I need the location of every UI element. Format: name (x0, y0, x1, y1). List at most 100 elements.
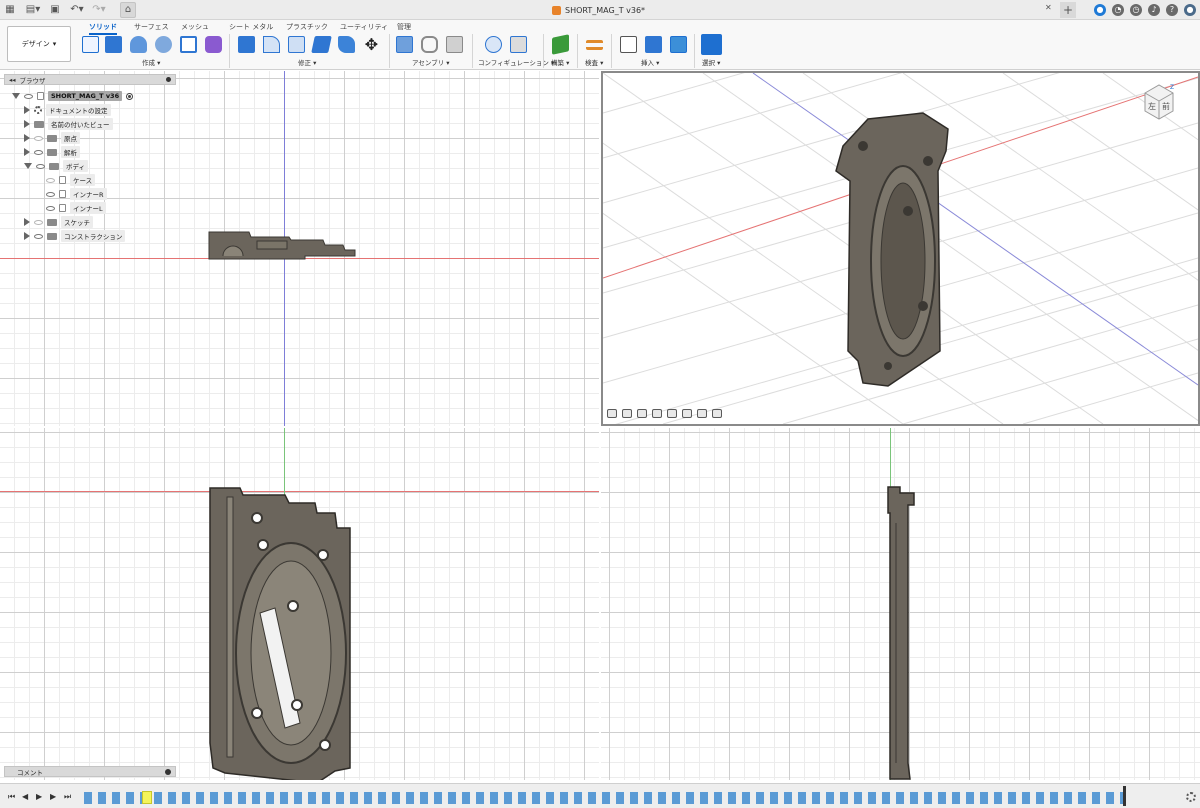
browser-item-body-case[interactable]: ケース (46, 174, 96, 186)
browser-item-body-inner-r[interactable]: インナーR (46, 188, 107, 200)
display-settings-icon[interactable] (682, 409, 692, 418)
pin-icon[interactable] (166, 77, 171, 82)
orbit-icon[interactable] (607, 409, 617, 418)
browser-root-row[interactable]: SHORT_MAG_T v36 (12, 90, 134, 102)
new-tab-button[interactable]: + (1060, 2, 1076, 18)
construct-group-label[interactable]: 構築 ▾ (551, 57, 569, 67)
notifications-icon[interactable]: ◷ (1130, 4, 1142, 16)
browser-item-document-settings[interactable]: ドキュメントの設定 (24, 104, 111, 116)
visibility-eye-icon[interactable] (46, 205, 55, 211)
offset-plane-icon[interactable] (552, 34, 569, 55)
visibility-eye-icon[interactable] (36, 163, 45, 169)
insert-mesh-icon[interactable] (645, 36, 662, 53)
step-back-icon[interactable]: ◀ (22, 792, 28, 801)
tab-solid[interactable]: ソリッド (89, 22, 117, 35)
browser-item-analysis[interactable]: 解析 (24, 146, 80, 158)
app-grid-icon[interactable]: ▦ (5, 3, 15, 17)
tab-utility[interactable]: ユーティリティ (340, 22, 388, 32)
collapse-icon[interactable]: ◂◂ (9, 76, 16, 84)
go-to-end-icon[interactable]: ⏭ (64, 792, 71, 802)
select-group-label[interactable]: 選択 ▾ (702, 57, 720, 67)
tab-manage[interactable]: 管理 (397, 22, 411, 32)
visibility-eye-icon[interactable] (34, 135, 43, 141)
timeline-settings-gear-icon[interactable] (1186, 792, 1196, 802)
visibility-eye-icon[interactable] (46, 191, 55, 197)
select-icon[interactable] (701, 34, 722, 55)
insert-derive-icon[interactable] (620, 36, 637, 53)
insert-canvas-icon[interactable] (670, 36, 687, 53)
expand-arrow-icon[interactable] (12, 93, 20, 99)
undo-icon[interactable]: ↶▾ (68, 3, 86, 17)
extensions-icon[interactable]: ● (1094, 4, 1106, 16)
insert-group-label[interactable]: 挿入 ▾ (641, 57, 659, 67)
grid-settings-icon[interactable] (697, 409, 707, 418)
file-menu-icon[interactable]: ▤▾ (24, 3, 42, 17)
save-icon[interactable]: ▣ (50, 3, 60, 17)
visibility-eye-icon[interactable] (34, 219, 43, 225)
hole-icon[interactable] (155, 36, 172, 53)
create-sketch-icon[interactable] (82, 36, 99, 53)
visibility-eye-icon[interactable] (24, 93, 33, 99)
viewport-top-right[interactable]: 左 前 Z (601, 71, 1200, 426)
joint-icon[interactable] (421, 36, 438, 53)
add-comment-icon[interactable] (165, 768, 171, 775)
expand-arrow-icon[interactable] (24, 120, 30, 128)
browser-item-construction[interactable]: コンストラクション (24, 230, 126, 242)
fit-icon[interactable] (667, 409, 677, 418)
viewport-bottom-right[interactable] (601, 428, 1200, 780)
revolve-icon[interactable] (130, 36, 147, 53)
tab-mesh[interactable]: メッシュ (181, 22, 209, 32)
browser-header[interactable]: ◂◂ ブラウザ (4, 74, 176, 85)
expand-arrow-icon[interactable] (24, 232, 30, 240)
tab-sheet-metal[interactable]: シート メタル (229, 22, 273, 32)
active-radio-icon[interactable] (126, 92, 134, 100)
move-copy-icon[interactable]: ✥ (363, 36, 380, 53)
extrude-icon[interactable] (105, 36, 122, 53)
browser-item-origin[interactable]: 原点 (24, 132, 80, 144)
timeline-features[interactable] (84, 792, 1124, 804)
help-icon[interactable]: ? (1166, 4, 1178, 16)
comment-panel[interactable]: コメント (4, 766, 176, 777)
timeline-marker[interactable] (1123, 786, 1126, 806)
offset-face-icon[interactable] (338, 36, 355, 53)
look-at-icon[interactable] (622, 409, 632, 418)
bill-of-materials-icon[interactable] (446, 36, 463, 53)
visibility-eye-icon[interactable] (46, 177, 55, 183)
user-avatar-icon[interactable]: ● (1184, 4, 1196, 16)
assemble-group-label[interactable]: アセンブリ ▾ (412, 57, 450, 67)
expand-arrow-icon[interactable] (24, 218, 30, 226)
expand-arrow-icon[interactable] (24, 106, 30, 114)
viewport-bottom-left[interactable] (0, 428, 599, 780)
workspace-dropdown[interactable]: デザイン ▾ (7, 26, 71, 62)
browser-item-bodies[interactable]: ボディ (24, 160, 89, 172)
tab-surface[interactable]: サーフェス (134, 22, 169, 32)
timeline-highlighted-feature[interactable] (142, 791, 152, 804)
press-pull-icon[interactable] (238, 36, 255, 53)
close-tab-icon[interactable]: ✕ (1045, 3, 1052, 12)
job-status-icon[interactable]: ◔ (1112, 4, 1124, 16)
combine-icon[interactable] (311, 36, 332, 53)
visibility-eye-icon[interactable] (34, 149, 43, 155)
viewports-icon[interactable] (712, 409, 722, 418)
view-cube-icon[interactable]: 左 前 Z (1139, 79, 1179, 123)
bell-icon[interactable]: ♪ (1148, 4, 1160, 16)
go-to-start-icon[interactable]: ⏮ (8, 792, 15, 802)
step-forward-icon[interactable]: ▶ (50, 792, 56, 801)
form-icon[interactable] (205, 36, 222, 53)
tab-plastic[interactable]: プラスチック (286, 22, 328, 32)
browser-item-named-views[interactable]: 名前の付いたビュー (24, 118, 113, 130)
play-icon[interactable]: ▶ (36, 792, 42, 801)
redo-icon[interactable]: ↷▾ (90, 3, 108, 17)
expand-arrow-icon[interactable] (24, 134, 30, 142)
new-component-icon[interactable] (396, 36, 413, 53)
expand-arrow-icon[interactable] (24, 163, 32, 169)
inspect-group-label[interactable]: 検査 ▾ (585, 57, 603, 67)
fillet-icon[interactable] (263, 36, 280, 53)
shell-icon[interactable] (288, 36, 305, 53)
box-icon[interactable] (180, 36, 197, 53)
configure-icon[interactable] (485, 36, 502, 53)
visibility-eye-icon[interactable] (34, 233, 43, 239)
browser-item-body-inner-l[interactable]: インナーL (46, 202, 106, 214)
pan-icon[interactable] (637, 409, 647, 418)
modify-group-label[interactable]: 修正 ▾ (298, 57, 316, 67)
